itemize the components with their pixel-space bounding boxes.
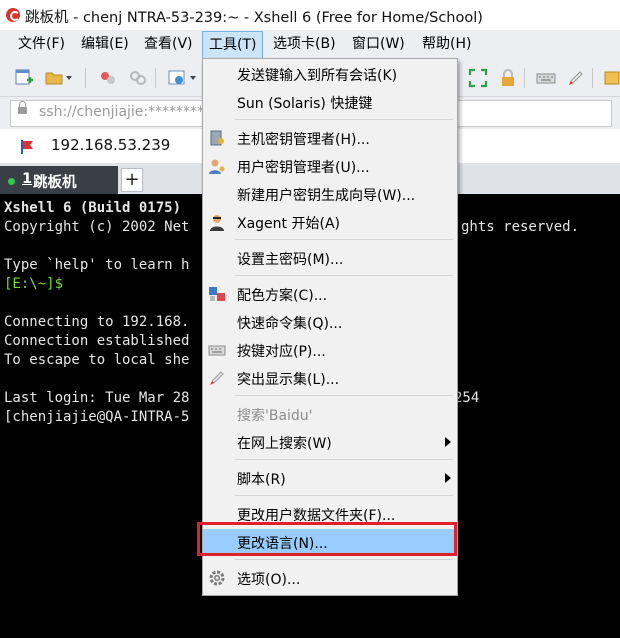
- reconnect-icon[interactable]: [98, 68, 118, 88]
- gear-icon: [209, 570, 225, 586]
- menu-bar: 文件(F) 编辑(E) 查看(V) 工具(T) 选项卡(B) 窗口(W) 帮助(…: [0, 30, 620, 60]
- terminal-line: To escape to local she: [4, 352, 190, 368]
- menu-help[interactable]: 帮助(H): [416, 30, 477, 58]
- toolbar-divider: [524, 68, 525, 88]
- menu-item-script[interactable]: 脚本(R): [203, 465, 457, 491]
- title-bar: 跳板机 - chenj NTRA-53-239:~ - Xshell 6 (Fr…: [0, 0, 620, 30]
- menu-window[interactable]: 窗口(W): [346, 30, 411, 58]
- menu-item-search-web[interactable]: 在网上搜索(W): [203, 429, 457, 455]
- xshell-app-icon: [6, 8, 20, 22]
- menu-item-sun-solaris-keys[interactable]: Sun (Solaris) 快捷键: [203, 89, 457, 115]
- fullscreen-icon[interactable]: [468, 68, 488, 88]
- menu-edit[interactable]: 编辑(E): [75, 30, 135, 58]
- menu-separator: [235, 559, 453, 560]
- lock-icon: [18, 101, 27, 114]
- annotation-highlight-box: [197, 522, 457, 556]
- highlight-pen-icon[interactable]: [566, 68, 586, 88]
- terminal-line: Xshell 6 (Build 0175): [4, 200, 182, 216]
- menu-separator: [235, 395, 453, 396]
- terminal-prompt: [E:\~]$: [4, 276, 64, 292]
- menu-separator: [235, 459, 453, 460]
- terminal-line: Connecting to 192.168.: [4, 314, 190, 330]
- tab-label: 跳板机: [33, 175, 77, 191]
- terminal-line: [chenjiajie@QA-INTRA-5: [4, 409, 190, 425]
- menu-item-options[interactable]: 选项(O)...: [203, 565, 457, 591]
- tab-jump-server[interactable]: 1 跳板机: [0, 166, 118, 194]
- address-text: ssh://chenjiajie:********: [39, 104, 205, 120]
- lock-icon[interactable]: [498, 68, 518, 88]
- new-session-icon[interactable]: [14, 68, 34, 88]
- terminal-line: Copyright (c) 2002 Net: [4, 219, 190, 235]
- menu-item-search-baidu: 搜索'Baidu': [237, 408, 313, 424]
- add-tab-button[interactable]: +: [121, 168, 143, 192]
- menu-file[interactable]: 文件(F): [12, 30, 71, 58]
- menu-item-key-mapping[interactable]: 按键对应(P)...: [203, 337, 457, 363]
- xagent-icon: [210, 215, 224, 231]
- terminal-line: Type `help' to learn h: [4, 257, 190, 273]
- properties-icon[interactable]: [167, 68, 187, 88]
- session-host[interactable]: 192.168.53.239: [51, 136, 170, 154]
- open-folder-icon[interactable]: [44, 68, 64, 88]
- menu-item-set-master-password[interactable]: 设置主密码(M)...: [203, 245, 457, 271]
- menu-item-xagent-start[interactable]: Xagent 开始(A): [203, 209, 457, 235]
- terminal-line: Connection established: [4, 333, 190, 349]
- terminal-line: Last login: Tue Mar 28: [4, 390, 190, 406]
- menu-item-new-user-key-wizard[interactable]: 新建用户密钥生成向导(W)...: [203, 181, 457, 207]
- session-flag-icon[interactable]: [20, 139, 36, 155]
- tab-number: 1: [22, 171, 33, 187]
- menu-separator: [235, 239, 453, 240]
- user-key-icon: [209, 159, 225, 174]
- host-key-icon: [210, 130, 224, 146]
- properties-dropdown-icon[interactable]: [190, 76, 196, 80]
- toolbar-divider: [592, 68, 593, 88]
- highlight-pen-icon: [210, 371, 224, 385]
- menu-item-quick-commands[interactable]: 快速命令集(Q)...: [203, 309, 457, 335]
- menu-item-send-keys-all-sessions[interactable]: 发送键输入到所有会话(K): [203, 61, 457, 87]
- open-dropdown-icon[interactable]: [66, 76, 72, 80]
- keyboard-icon: [208, 345, 226, 356]
- disconnect-icon[interactable]: [128, 68, 148, 88]
- menu-tools[interactable]: 工具(T): [202, 31, 264, 59]
- color-scheme-icon: [209, 287, 225, 301]
- menu-item-color-scheme[interactable]: 配色方案(C)...: [203, 281, 457, 307]
- submenu-arrow-icon: [445, 437, 451, 447]
- terminal-line: ghts reserved.: [461, 219, 580, 235]
- menu-item-user-key-manager[interactable]: 用户密钥管理者(U)...: [203, 153, 457, 179]
- menu-item-highlight-sets[interactable]: 突出显示集(L)...: [203, 365, 457, 391]
- menu-separator: [235, 495, 453, 496]
- window-title: 跳板机 - chenj NTRA-53-239:~ - Xshell 6 (Fr…: [25, 10, 483, 26]
- menu-tabs[interactable]: 选项卡(B): [267, 30, 342, 58]
- menu-view[interactable]: 查看(V): [138, 30, 199, 58]
- tools-menu: 发送键输入到所有会话(K) Sun (Solaris) 快捷键 主机密钥管理者(…: [202, 58, 458, 596]
- menu-separator: [235, 119, 453, 120]
- menu-separator: [235, 275, 453, 276]
- transfer-icon[interactable]: [603, 68, 620, 88]
- toolbar-divider: [155, 68, 156, 88]
- connected-status-icon: [8, 178, 15, 185]
- submenu-arrow-icon: [445, 473, 451, 483]
- toolbar-divider: [85, 68, 86, 88]
- keyboard-icon[interactable]: [536, 68, 556, 88]
- menu-item-host-key-manager[interactable]: 主机密钥管理者(H)...: [203, 125, 457, 151]
